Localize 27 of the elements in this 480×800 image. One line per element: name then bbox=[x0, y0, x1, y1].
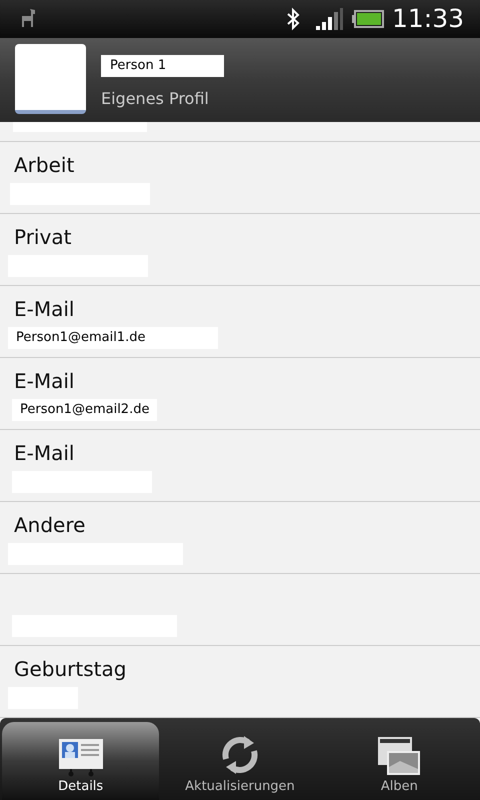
field-label: Geburtstag bbox=[14, 656, 126, 683]
photo-album-icon bbox=[376, 734, 422, 776]
profile-photo bbox=[15, 44, 86, 114]
clock: 11:33 bbox=[392, 3, 464, 36]
battery-icon bbox=[352, 10, 384, 28]
contact-card-icon bbox=[56, 736, 105, 776]
field-label: Arbeit bbox=[14, 152, 74, 179]
contact-field[interactable]: Andere bbox=[0, 502, 480, 574]
contact-field[interactable]: E-Mail bbox=[0, 430, 480, 502]
tab[interactable]: Aktualisierungen bbox=[161, 722, 319, 800]
bluetooth-icon bbox=[286, 7, 300, 31]
profile-name: Person 1 bbox=[101, 55, 224, 77]
contact-field[interactable]: E-Mail Person1@email1.de bbox=[0, 286, 480, 358]
field-label: E-Mail bbox=[14, 368, 74, 395]
field-label: Privat bbox=[14, 224, 72, 251]
field-label: E-Mail bbox=[14, 440, 74, 467]
field-label: E-Mail bbox=[14, 296, 74, 323]
contact-field[interactable]: E-Mail Person1@email2.de bbox=[0, 358, 480, 430]
contact-field[interactable]: Privat bbox=[0, 214, 480, 286]
field-value: Person1@email2.de bbox=[12, 399, 157, 421]
tab[interactable]: Details bbox=[2, 722, 160, 800]
tab[interactable]: Alben bbox=[320, 722, 478, 800]
field-label: Andere bbox=[14, 512, 86, 539]
field-value: Person1@email1.de bbox=[8, 327, 218, 349]
profile-subtitle: Eigenes Profil bbox=[101, 88, 210, 110]
contact-field[interactable]: Arbeit bbox=[0, 142, 480, 214]
signal-icon bbox=[316, 8, 344, 30]
